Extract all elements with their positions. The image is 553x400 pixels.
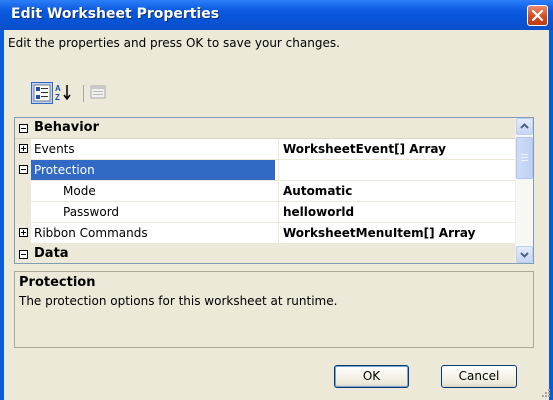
- alphabetical-view-button[interactable]: A Z: [54, 82, 76, 104]
- sort-az-icon: A Z: [55, 84, 71, 102]
- row-gutter: [15, 202, 31, 222]
- collapse-icon[interactable]: [19, 165, 28, 174]
- property-label: Protection: [31, 160, 275, 180]
- title-bar[interactable]: Edit Worksheet Properties: [0, 0, 553, 30]
- property-label: Events: [34, 142, 75, 156]
- svg-text:A: A: [55, 84, 61, 93]
- collapse-icon[interactable]: [19, 250, 28, 259]
- svg-text:Z: Z: [55, 93, 60, 102]
- dialog-window: Edit Worksheet Properties Edit the prope…: [0, 0, 553, 400]
- help-panel: Protection The protection options for th…: [14, 271, 534, 348]
- resize-grip-icon[interactable]: [541, 388, 551, 398]
- expand-icon[interactable]: [19, 144, 28, 153]
- property-value[interactable]: [278, 160, 516, 180]
- chevron-up-icon: [520, 123, 529, 129]
- categorized-view-button[interactable]: [31, 82, 53, 104]
- category-row-behavior[interactable]: Behavior: [15, 118, 516, 139]
- ok-button[interactable]: OK: [334, 365, 409, 388]
- vertical-scrollbar[interactable]: [515, 118, 533, 263]
- property-label: Password: [63, 205, 120, 219]
- scroll-thumb[interactable]: [516, 137, 533, 179]
- property-row-ribbon-commands[interactable]: Ribbon Commands WorksheetMenuItem[] Arra…: [15, 223, 516, 244]
- property-rows: Behavior Events WorksheetEvent[] Array P…: [15, 118, 516, 263]
- category-row-data[interactable]: Data: [15, 244, 516, 263]
- grip-lines-icon: [521, 154, 528, 161]
- property-row-events[interactable]: Events WorksheetEvent[] Array: [15, 139, 516, 160]
- instructions-text: Edit the properties and press OK to save…: [8, 36, 340, 50]
- category-label: Data: [34, 246, 69, 261]
- close-icon: [531, 9, 544, 22]
- expand-icon[interactable]: [19, 228, 28, 237]
- toolbar-separator: [83, 85, 84, 102]
- collapse-icon[interactable]: [19, 124, 28, 133]
- row-gutter: [15, 181, 31, 201]
- scroll-up-button[interactable]: [516, 118, 533, 135]
- help-title: Protection: [19, 275, 96, 290]
- property-label: Ribbon Commands: [34, 226, 148, 240]
- scroll-down-button[interactable]: [516, 246, 533, 263]
- chevron-down-icon: [520, 252, 529, 258]
- property-row-mode[interactable]: Mode Automatic: [15, 181, 516, 202]
- property-label: Mode: [63, 184, 96, 198]
- close-button[interactable]: [527, 5, 548, 26]
- property-grid[interactable]: Behavior Events WorksheetEvent[] Array P…: [14, 117, 534, 264]
- property-value[interactable]: WorksheetMenuItem[] Array: [278, 223, 516, 243]
- property-pages-button[interactable]: [88, 82, 110, 104]
- help-description: The protection options for this workshee…: [19, 294, 338, 308]
- property-row-protection[interactable]: Protection: [15, 160, 516, 181]
- categorized-icon: [33, 84, 51, 102]
- cancel-button[interactable]: Cancel: [441, 365, 517, 388]
- window-title: Edit Worksheet Properties: [11, 6, 220, 22]
- property-row-password[interactable]: Password helloworld: [15, 202, 516, 223]
- property-value[interactable]: Automatic: [278, 181, 516, 201]
- property-value[interactable]: WorksheetEvent[] Array: [278, 139, 516, 159]
- property-pages-icon: [90, 85, 106, 99]
- property-value[interactable]: helloworld: [278, 202, 516, 222]
- category-label: Behavior: [34, 120, 100, 135]
